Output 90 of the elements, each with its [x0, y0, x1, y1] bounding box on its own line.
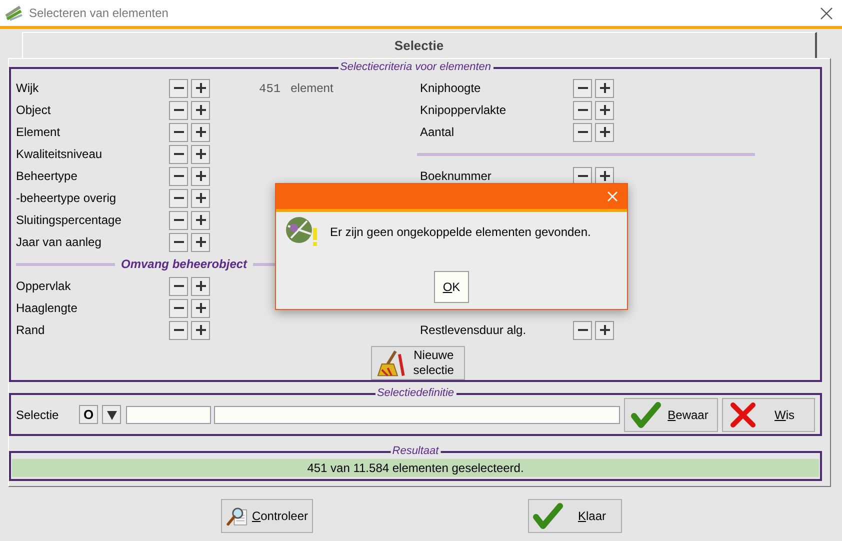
criterion-label: Beheertype [16, 169, 78, 183]
plus-button[interactable] [191, 276, 210, 296]
selection-code-field[interactable] [126, 406, 211, 424]
minus-button[interactable] [573, 320, 592, 340]
plus-icon [194, 280, 206, 292]
selection-label: Selectie [16, 408, 60, 422]
plus-icon [598, 324, 610, 336]
check-icon [533, 502, 563, 530]
criterion-label: -beheertype overig [16, 191, 118, 205]
plus-button[interactable] [191, 122, 210, 142]
plus-icon [194, 148, 206, 160]
criterion-label: Haaglengte [16, 301, 78, 315]
plus-icon [194, 170, 206, 182]
cross-icon [729, 400, 757, 428]
criterion-label: Wijk [16, 81, 40, 95]
check-button[interactable]: Controleer [221, 499, 313, 533]
minus-button[interactable] [169, 144, 188, 164]
plus-icon [194, 302, 206, 314]
brush-icon [376, 348, 406, 378]
plus-button[interactable] [595, 122, 614, 142]
leaf-icon [4, 4, 24, 22]
plus-button[interactable] [191, 210, 210, 230]
minus-button[interactable] [169, 320, 188, 340]
criterion-label: Restlevensduur alg. [420, 323, 528, 337]
tab[interactable]: Selectie [22, 32, 817, 58]
plus-button[interactable] [191, 232, 210, 252]
criterion-label: Knipoppervlakte [420, 103, 508, 117]
minus-button[interactable] [169, 122, 188, 142]
caret-icon [106, 408, 118, 420]
plus-button[interactable] [595, 320, 614, 340]
delete-button[interactable]: Wis [722, 398, 815, 432]
minus-button[interactable] [573, 78, 592, 98]
minus-button[interactable] [169, 166, 188, 186]
window-title: Selecteren van elementen [29, 6, 168, 20]
minus-button[interactable] [169, 188, 188, 208]
plus-button[interactable] [191, 144, 210, 164]
plus-button[interactable] [191, 100, 210, 120]
plus-icon [598, 104, 610, 116]
plus-button[interactable] [595, 100, 614, 120]
minus-button[interactable] [169, 232, 188, 252]
criterion-label: Oppervlak [16, 279, 72, 293]
element-count: 451 element [259, 80, 334, 96]
criterion-label: Element [16, 125, 62, 139]
plus-button[interactable] [191, 298, 210, 318]
globe-warning-icon [285, 216, 319, 248]
plus-icon [194, 192, 206, 204]
plus-icon [194, 324, 206, 336]
dropdown-button[interactable] [102, 405, 121, 424]
plus-icon [194, 214, 206, 226]
plus-button[interactable] [191, 188, 210, 208]
section-heading: Omvang beheerobject [121, 257, 248, 271]
plus-icon [194, 104, 206, 116]
minus-button[interactable] [169, 100, 188, 120]
criterion-label: Aantal [420, 125, 456, 139]
plus-icon [598, 170, 610, 182]
close-icon[interactable] [820, 7, 833, 20]
plus-button[interactable] [595, 78, 614, 98]
criterion-label: Object [16, 103, 52, 117]
criterion-label: Boeknummer [420, 169, 492, 183]
group-title: Resultaat [390, 445, 441, 457]
save-button[interactable]: Bewaar [624, 398, 718, 432]
check-icon [631, 400, 661, 428]
selection-name-field[interactable] [214, 406, 620, 424]
plus-icon [598, 82, 610, 94]
minus-button[interactable] [169, 276, 188, 296]
criterion-label: Jaar van aanleg [16, 235, 102, 249]
done-button[interactable]: Klaar [528, 499, 622, 533]
plus-button[interactable] [191, 78, 210, 98]
criterion-label: Kwaliteitsniveau [16, 147, 104, 161]
group-title: Selectiedefinitie [374, 387, 456, 399]
criterion-label: Sluitingspercentage [16, 213, 122, 227]
plus-icon [598, 126, 610, 138]
criterion-label: Kniphoogte [420, 81, 482, 95]
group-title: Selectiecriteria voor elementen [338, 61, 494, 73]
minus-button[interactable] [169, 210, 188, 230]
operator-button[interactable]: O [79, 405, 98, 424]
result-bar: 451 van 11.584 elementen geselecteerd. [12, 459, 819, 477]
minus-button[interactable] [169, 78, 188, 98]
minus-button[interactable] [573, 100, 592, 120]
plus-icon [194, 82, 206, 94]
ok-button[interactable]: OK [434, 271, 469, 303]
dialog-message: Er zijn geen ongekoppelde elementen gevonden. [330, 225, 591, 239]
plus-icon [194, 126, 206, 138]
plus-icon [194, 236, 206, 248]
minus-button[interactable] [573, 122, 592, 142]
plus-button[interactable] [191, 166, 210, 186]
criterion-label: Rand [16, 323, 46, 337]
new-selection-button[interactable]: Nieuwe selectie [371, 346, 465, 380]
plus-button[interactable] [191, 320, 210, 340]
minus-button[interactable] [169, 298, 188, 318]
